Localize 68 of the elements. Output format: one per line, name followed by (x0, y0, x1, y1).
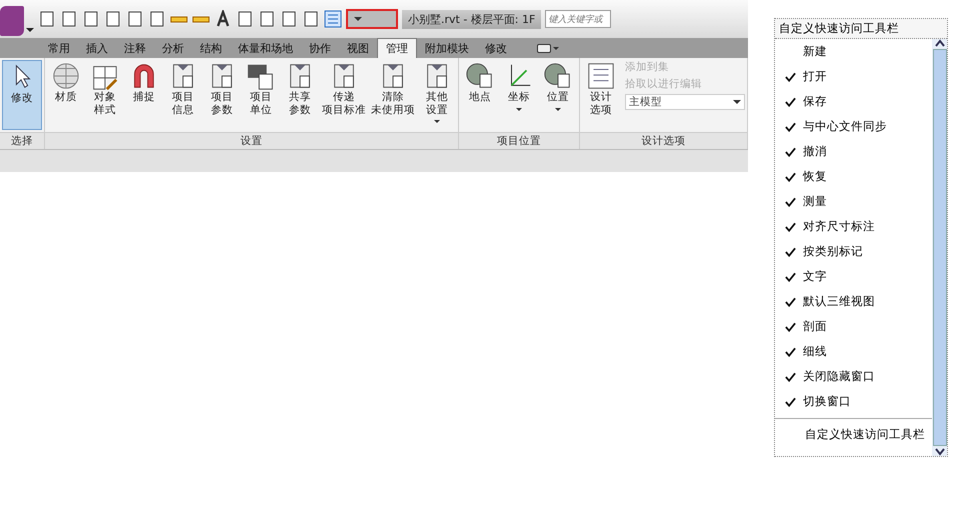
menu-item[interactable]: 默认三维视图 (775, 289, 932, 314)
checker-sphere-icon (51, 61, 81, 91)
menu-item[interactable]: 恢复 (775, 164, 932, 189)
toolbar-icon[interactable] (324, 10, 342, 28)
toolbar-icon[interactable] (82, 10, 100, 28)
list-icon (586, 61, 616, 91)
scroll-up-icon[interactable] (934, 39, 944, 47)
menu-item[interactable]: 与中心文件同步 (775, 114, 932, 139)
ribbon-tab[interactable]: 体量和场地 (230, 38, 301, 58)
toolbar-icon[interactable] (258, 10, 276, 28)
ribbon-tool-button[interactable]: 材质 (47, 60, 85, 130)
search-field[interactable]: 键入关键字或 (545, 10, 612, 28)
toolbar-icon[interactable] (302, 10, 320, 28)
menu-item[interactable]: 文字 (775, 264, 932, 289)
ribbon-tool-button[interactable]: 捕捉 (125, 60, 163, 130)
ribbon-tool-button[interactable]: 地点 (461, 60, 499, 130)
ribbon-tab[interactable]: 修改 (477, 38, 515, 58)
design-option-dropdown[interactable]: 主模型 (625, 94, 745, 110)
toolbar-icon[interactable] (236, 10, 254, 28)
document-title: 小别墅.rvt - 楼层平面: 1F (402, 10, 542, 28)
panel-title: 选择 (0, 132, 44, 149)
ribbon-tool-button[interactable]: 项目 信息 (164, 60, 202, 130)
ribbon-tab[interactable]: 结构 (192, 38, 230, 58)
panel-title: 项目位置 (459, 132, 579, 149)
menu-item[interactable]: 切换窗口 (775, 389, 932, 414)
menu-item[interactable]: 新建 (775, 39, 932, 64)
ribbon-toggle-button[interactable] (535, 41, 561, 55)
ribbon-tool-button[interactable]: 位置 (539, 60, 577, 130)
menu-item[interactable]: 细线 (775, 339, 932, 364)
scroll-down-icon[interactable] (934, 448, 944, 456)
ribbon-tool-button[interactable]: 传递 项目标准 (320, 60, 368, 130)
ribbon-tool-button[interactable]: 修改 (2, 60, 42, 130)
menu-item[interactable]: 保存 (775, 89, 932, 114)
ribbon-tool-button[interactable]: 项目 单位 (242, 60, 280, 130)
toolbar-icon[interactable] (148, 10, 166, 28)
ribbon-tool-button[interactable]: 其他 设置 (418, 60, 456, 130)
panel-title: 设计选项 (580, 132, 747, 149)
toolbar-icon[interactable] (280, 10, 298, 28)
menu-item[interactable]: 对齐尺寸标注 (775, 214, 932, 239)
toolbar-dropdown-button[interactable] (346, 9, 398, 29)
menu-title: 自定义快速访问工具栏 (775, 19, 947, 39)
ribbon-tool-button[interactable]: 清除 未使用项 (369, 60, 417, 130)
ribbon-tab[interactable]: 协作 (301, 38, 339, 58)
ribbon-tab[interactable]: 注释 (116, 38, 154, 58)
toolbar-icon[interactable] (38, 10, 56, 28)
letter-icon[interactable] (214, 10, 232, 28)
toolbar-icon[interactable] (60, 10, 78, 28)
ribbon-tool-button[interactable]: 坐标 (500, 60, 538, 130)
design-options-button[interactable]: 设计 选项 (582, 60, 620, 130)
ribbon-tool-button[interactable]: 共享 参数 (281, 60, 319, 130)
panel-title: 设置 (45, 132, 458, 149)
ribbon-tool-button[interactable]: 对象 样式 (86, 60, 124, 130)
toolbar-icon[interactable] (126, 10, 144, 28)
menu-item[interactable]: 按类别标记 (775, 239, 932, 264)
ribbon-tool-button[interactable]: 项目 参数 (203, 60, 241, 130)
toolbar-icon[interactable] (104, 10, 122, 28)
menu-item[interactable]: 撤消 (775, 139, 932, 164)
ribbon-tab[interactable]: 常用 (40, 38, 78, 58)
menu-item[interactable]: 剖面 (775, 314, 932, 339)
ribbon-tab[interactable]: 管理 (377, 38, 417, 58)
scrollbar[interactable] (932, 39, 947, 456)
ribbon-tab[interactable]: 附加模块 (417, 38, 477, 58)
menu-item[interactable]: 打开 (775, 64, 932, 89)
ribbon-tab[interactable]: 插入 (78, 38, 116, 58)
menu-item[interactable]: 测量 (775, 189, 932, 214)
ribbon-tab[interactable]: 视图 (339, 38, 377, 58)
menu-item[interactable]: 关闭隐藏窗口 (775, 364, 932, 389)
ribbon-tab[interactable]: 分析 (154, 38, 192, 58)
